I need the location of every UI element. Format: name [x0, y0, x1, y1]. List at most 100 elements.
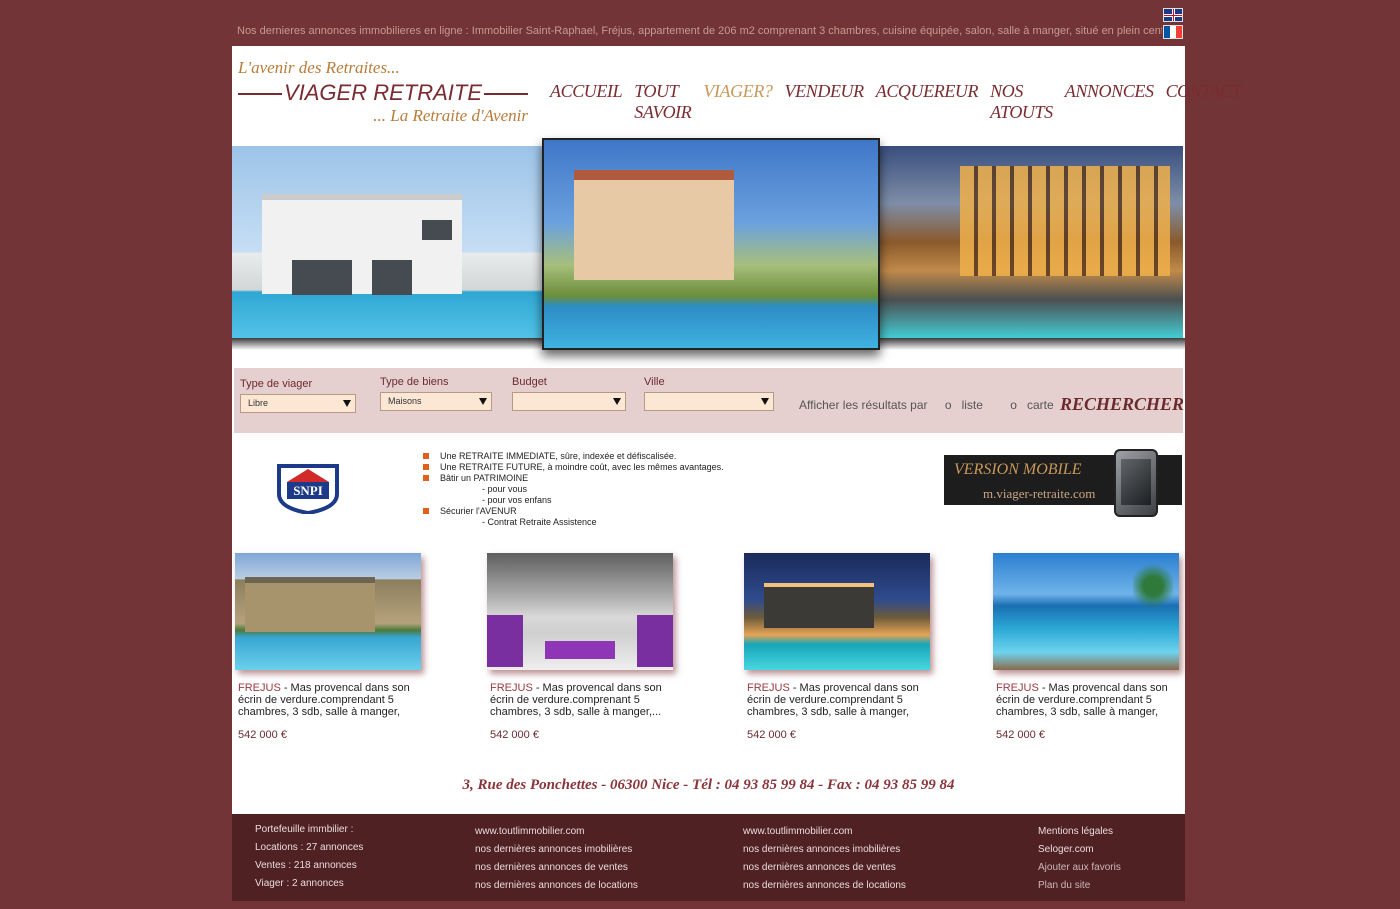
- listing-price: 542 000 €: [996, 729, 1045, 741]
- select-ville[interactable]: [644, 392, 774, 411]
- smartphone-icon: [1114, 449, 1158, 517]
- benefit-subitem: - pour vos enfans: [482, 495, 552, 505]
- listing-city[interactable]: FREJUS: [238, 682, 281, 694]
- page-container: L'avenir des Retraites... VIAGER RETRAIT…: [232, 46, 1242, 814]
- field-budget: Budget: [512, 376, 626, 411]
- select-type-viager[interactable]: Libre: [240, 394, 356, 413]
- footer-link-locations[interactable]: nos dernières annonces de locations: [475, 877, 638, 895]
- listing-description: FREJUS - Mas provencal dans son écrin de…: [487, 682, 662, 718]
- listing-price: 542 000 €: [238, 729, 287, 741]
- nav-vendeur[interactable]: VENDEUR: [785, 81, 865, 123]
- hero-photo-modern-villa[interactable]: [232, 146, 542, 338]
- footer-links-a: www.toutlimmobilier.com nos dernières an…: [475, 823, 638, 895]
- logo-tagline-bottom: ... La Retraite d'Avenir: [373, 106, 528, 125]
- chevron-down-icon: [479, 398, 487, 405]
- chevron-down-icon: [761, 398, 769, 405]
- listing-price: 542 000 €: [747, 729, 796, 741]
- nav-viager[interactable]: VIAGER?: [703, 81, 773, 123]
- radio-list-label: liste: [961, 398, 983, 412]
- select-type-viager-value: Libre: [248, 398, 269, 408]
- select-type-biens-value: Maisons: [388, 396, 422, 406]
- select-type-biens[interactable]: Maisons: [380, 392, 492, 411]
- search-button[interactable]: RECHERCHER: [1060, 394, 1184, 415]
- chevron-down-icon: [343, 400, 351, 407]
- contact-address: 3, Rue des Ponchettes - 06300 Nice - Tél…: [462, 777, 955, 793]
- mobile-version-banner[interactable]: VERSION MOBILE m.viager-retraite.com: [944, 449, 1182, 517]
- radio-list-marker: o: [944, 398, 952, 412]
- listing-city[interactable]: FREJUS: [490, 682, 533, 694]
- hero-photo-provencal-house[interactable]: [542, 138, 880, 350]
- radio-list[interactable]: o liste: [945, 398, 983, 412]
- mobile-version-url: m.viager-retraite.com: [983, 486, 1096, 501]
- footer-link-immobilieres[interactable]: nos dernières annonces imobilières: [475, 841, 638, 859]
- listing-card[interactable]: FREJUS - Mas provencal dans son écrin de…: [235, 553, 425, 741]
- nav-nos-atouts[interactable]: NOS ATOUTS: [990, 81, 1053, 123]
- benefit-item: Une RETRAITE FUTURE, à moindre coût, ave…: [423, 462, 724, 473]
- benefit-item: Sécurier l'AVENUR: [423, 506, 724, 517]
- listing-description: FREJUS - Mas provencal dans son écrin de…: [993, 682, 1168, 718]
- search-bar: Type de viager Libre Type de biens Maiso…: [234, 368, 1184, 433]
- listing-photo[interactable]: [235, 553, 421, 670]
- listing-description: FREJUS - Mas provencal dans son écrin de…: [744, 682, 919, 718]
- listing-city[interactable]: FREJUS: [747, 682, 790, 694]
- nav-annonces[interactable]: ANNONCES: [1065, 81, 1154, 123]
- nav-accueil[interactable]: ACCUEIL: [550, 81, 623, 123]
- listing-card[interactable]: FREJUS - Mas provencal dans son écrin de…: [744, 553, 934, 741]
- site-logo[interactable]: L'avenir des Retraites... VIAGER RETRAIT…: [238, 58, 528, 128]
- listing-photo[interactable]: [744, 553, 930, 670]
- radio-map[interactable]: o carte: [1010, 398, 1053, 412]
- footer-link-plan[interactable]: Plan du site: [1038, 877, 1121, 895]
- listing-photo[interactable]: [487, 553, 673, 670]
- results-display-options: Afficher les résultats par o liste o car…: [799, 398, 1054, 412]
- footer-link-site[interactable]: www.toutlimmobilier.com: [743, 823, 906, 841]
- main-nav: ACCUEIL TOUT SAVOIR VIAGER? VENDEUR ACQU…: [550, 81, 1242, 123]
- footer-viager-count: Viager : 2 annonces: [255, 878, 344, 889]
- listing-description: FREJUS - Mas provencal dans son écrin de…: [235, 682, 410, 718]
- chevron-down-icon: [613, 398, 621, 405]
- site-footer: Portefeuille immbilier : Locations : 27 …: [232, 814, 1185, 901]
- field-ville: Ville: [644, 376, 774, 411]
- listing-card[interactable]: FREJUS - Mas provencal dans son écrin de…: [487, 553, 677, 741]
- footer-portfolio: Portefeuille immbilier : Locations : 27 …: [255, 821, 363, 893]
- listing-city[interactable]: FREJUS: [996, 682, 1039, 694]
- footer-link-seloger[interactable]: Seloger.com: [1038, 841, 1121, 859]
- mobile-version-title: VERSION MOBILE: [954, 461, 1082, 478]
- footer-link-site[interactable]: www.toutlimmobilier.com: [475, 823, 638, 841]
- label-type-viager: Type de viager: [240, 378, 313, 390]
- logo-brand: VIAGER RETRAITE: [238, 80, 528, 106]
- footer-locations-count: Locations : 27 annonces: [255, 842, 364, 853]
- listing-price: 542 000 €: [490, 729, 539, 741]
- footer-links-b: www.toutlimmobilier.com nos dernières an…: [743, 823, 906, 895]
- announcement-ticker[interactable]: Nos dernieres annonces immobilieres en l…: [237, 25, 1162, 37]
- french-flag-icon[interactable]: [1163, 25, 1183, 39]
- snpi-text: SNPI: [293, 483, 323, 498]
- radio-map-label: carte: [1026, 398, 1054, 412]
- results-label: Afficher les résultats par: [799, 398, 928, 412]
- snpi-logo[interactable]: SNPI: [277, 460, 339, 516]
- footer-link-immobilieres[interactable]: nos dernières annonces imobilières: [743, 841, 906, 859]
- benefit-item: Bâtir un PATRIMOINE: [423, 473, 724, 484]
- benefit-subitem: - pour vous: [482, 484, 528, 494]
- select-budget[interactable]: [512, 392, 626, 411]
- english-flag-icon[interactable]: [1163, 8, 1183, 22]
- footer-link-locations[interactable]: nos dernières annonces de locations: [743, 877, 906, 895]
- footer-link-favoris[interactable]: Ajouter aux favoris: [1038, 859, 1121, 877]
- field-type-viager: Type de viager Libre: [240, 376, 356, 413]
- nav-acquereur[interactable]: ACQUEREUR: [876, 81, 979, 123]
- radio-map-marker: o: [1010, 398, 1017, 412]
- listing-photo[interactable]: [993, 553, 1179, 670]
- nav-tout-savoir[interactable]: TOUT SAVOIR: [634, 81, 692, 123]
- hero-photo-night-villa[interactable]: [880, 146, 1183, 338]
- footer-link-ventes[interactable]: nos dernières annonces de ventes: [743, 859, 906, 877]
- nav-contact[interactable]: CONTACT: [1166, 81, 1242, 123]
- benefits-list: Une RETRAITE IMMEDIATE, sûre, indexée et…: [423, 451, 724, 528]
- footer-link-mentions[interactable]: Mentions légales: [1038, 823, 1121, 841]
- field-type-biens: Type de biens Maisons: [380, 376, 492, 411]
- listing-card[interactable]: FREJUS - Mas provencal dans son écrin de…: [993, 553, 1183, 741]
- footer-links-c: Mentions légales Seloger.com Ajouter aux…: [1038, 823, 1121, 895]
- footer-ventes-count: Ventes : 218 annonces: [255, 860, 357, 871]
- footer-portfolio-title: Portefeuille immbilier :: [255, 824, 354, 835]
- logo-tagline-top: L'avenir des Retraites...: [238, 58, 400, 77]
- benefit-item: Une RETRAITE IMMEDIATE, sûre, indexée et…: [423, 451, 724, 462]
- footer-link-ventes[interactable]: nos dernières annonces de ventes: [475, 859, 638, 877]
